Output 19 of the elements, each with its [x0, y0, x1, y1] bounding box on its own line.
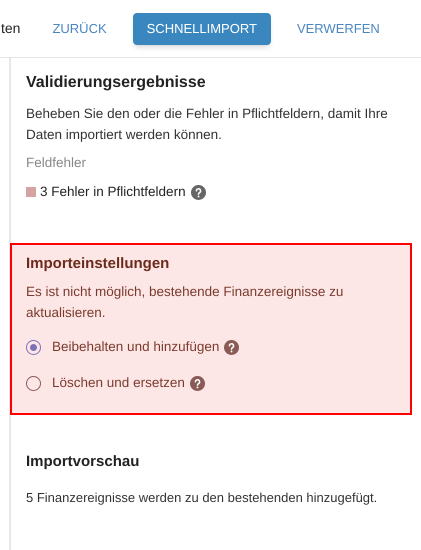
help-icon[interactable] [190, 184, 206, 200]
error-text: 3 Fehler in Pflichtfeldern [40, 183, 186, 202]
radio-label[interactable]: Beibehalten und hinzufügen [52, 336, 220, 358]
radio-button[interactable] [26, 340, 41, 354]
toolbar-button[interactable]: SCHNELLIMPORT [132, 12, 271, 44]
toolbar-button[interactable]: ZURÜCK [44, 12, 115, 44]
toolbar-button[interactable]: VERWERFEN [288, 12, 388, 44]
radio-label[interactable]: Löschen und ersetzen [52, 372, 185, 394]
description-text: Es ist nicht möglich, bestehende Finanzereignisse zu aktualisieren. [26, 283, 344, 322]
section-title: Importeinstellungen [26, 254, 170, 274]
help-icon[interactable] [224, 340, 240, 354]
section-title: Importvorschau [26, 452, 140, 472]
radio-button[interactable] [26, 376, 41, 390]
help-icon[interactable] [190, 376, 205, 390]
section-title: Validierungsergebnisse [26, 73, 207, 93]
description-text: Beheben Sie den oder die Fehler in Pflichtfeldern, damit Ihre Daten importiert werden können. [26, 105, 389, 144]
description-text: 5 Finanzereignisse werden zu den bestehenden hinzugefügt. [26, 488, 378, 507]
subtitle: Feldfehler [26, 154, 88, 172]
toolbar-label: ten [0, 19, 20, 38]
